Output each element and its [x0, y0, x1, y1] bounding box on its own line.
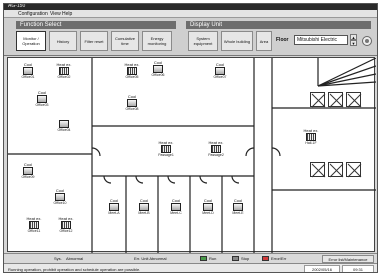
unit-meet-a[interactable]: Cool Meet-A — [102, 198, 126, 220]
air-conditioner-icon — [127, 99, 137, 107]
energy-monitoring-button[interactable]: Energy monitoring — [142, 31, 172, 51]
window-title: AG-150 — [8, 3, 26, 9]
stop-legend-swatch — [232, 256, 239, 261]
air-conditioner-icon — [37, 95, 47, 103]
unit-office04[interactable]: Office04 — [52, 120, 76, 142]
error-legend-swatch — [262, 256, 269, 261]
unit-office02[interactable]: Heat ex. Office02 — [52, 62, 76, 84]
air-conditioner-icon — [59, 120, 69, 128]
unit-passage2[interactable]: Heat ex. Passage2 — [204, 140, 228, 162]
error-legend-label: Error/Err — [271, 256, 287, 261]
floor-label: Floor — [276, 37, 289, 43]
air-conditioner-icon — [55, 193, 65, 201]
unit-office10[interactable]: Cool Office10 — [48, 188, 72, 210]
heat-exchanger-icon — [127, 67, 137, 75]
air-conditioner-icon — [203, 203, 213, 211]
heat-exchanger-icon — [29, 221, 39, 229]
disabled-unit-box — [328, 162, 344, 178]
unit-hall-1f[interactable]: Heat ex. Hall-1F — [299, 128, 323, 150]
heat-exchanger-icon — [306, 133, 316, 141]
disabled-unit-box — [310, 162, 326, 178]
area-button[interactable]: Area — [256, 31, 272, 51]
unit-office11[interactable]: Heat ex. Office11 — [22, 216, 46, 238]
disabled-unit-box — [346, 92, 362, 108]
run-legend-swatch — [200, 256, 207, 261]
unit-meet-b[interactable]: Cool Meet-B — [132, 198, 156, 220]
menu-bar: Configuration View Help — [4, 10, 377, 18]
status-legend-row: Sys. Abnormal Err. Unit Abnormal Run Sto… — [4, 253, 377, 263]
error-unit-status: Err. Unit Abnormal — [134, 256, 167, 261]
unit-office08[interactable]: Cool Office08 — [120, 94, 144, 116]
system-status: Abnormal — [66, 256, 84, 261]
filter-reset-button[interactable]: Filter reset — [80, 31, 108, 51]
unit-meet-d[interactable]: Cool Meet-D — [196, 198, 220, 220]
unit-office09[interactable]: Cool Office09 — [16, 162, 40, 184]
error-list-maintenance-button[interactable]: Error list/Maintenance — [322, 255, 374, 263]
unit-office06[interactable]: Cool Office06 — [146, 60, 170, 82]
monitor-operation-button[interactable]: Monitor / Operation — [16, 31, 46, 51]
floor-down-button[interactable]: ▼ — [350, 40, 357, 46]
menu-view[interactable]: View — [50, 11, 61, 17]
floor-plan: Cool Office01 Heat ex. Office02 Cool Off… — [7, 57, 376, 253]
disabled-unit-box — [310, 92, 326, 108]
unit-office05[interactable]: Heat ex. Office05 — [120, 62, 144, 84]
air-conditioner-icon — [23, 167, 33, 175]
time-display: 09:31 — [342, 265, 374, 272]
display-unit-header: Display Unit — [186, 21, 371, 29]
run-legend-label: Run — [209, 256, 217, 261]
heat-exchanger-icon — [59, 67, 69, 75]
unit-office07[interactable]: Cool Office07 — [208, 62, 232, 84]
status-bar: Running operation, prohibit operation an… — [4, 263, 377, 272]
air-conditioner-icon — [171, 203, 181, 211]
whole-building-button[interactable]: Whole building — [221, 31, 253, 51]
menu-help[interactable]: Help — [62, 11, 72, 17]
unit-meet-e[interactable]: Cool Meet-E — [226, 198, 250, 220]
function-select-header: Function Select — [16, 21, 176, 29]
stop-legend-label: Stop — [241, 256, 250, 261]
floor-select[interactable]: Mitsubishi Electric — [294, 35, 348, 45]
heat-exchanger-icon — [61, 221, 71, 229]
unit-office01[interactable]: Cool Office01 — [16, 62, 40, 84]
date-display: 2002/05/16 — [304, 265, 340, 272]
air-conditioner-icon — [215, 67, 225, 75]
toolbar: Function Select Monitor / Operation Hist… — [4, 18, 377, 56]
system-equipment-button[interactable]: System equipment — [188, 31, 218, 51]
heat-exchanger-icon — [161, 145, 171, 153]
air-conditioner-icon — [233, 203, 243, 211]
cumulative-time-button[interactable]: Cumulative time — [111, 31, 139, 51]
disabled-unit-box — [328, 92, 344, 108]
air-conditioner-icon — [109, 203, 119, 211]
heat-exchanger-icon — [211, 145, 221, 153]
system-label: Sys. — [54, 256, 62, 261]
air-conditioner-icon — [153, 65, 163, 73]
status-message: Running operation, prohibit operation an… — [8, 267, 141, 272]
menu-configuration[interactable]: Configuration — [18, 11, 48, 17]
history-button[interactable]: History — [49, 31, 77, 51]
unit-meet-c[interactable]: Cool Meet-C — [164, 198, 188, 220]
air-conditioner-icon — [23, 67, 33, 75]
disabled-unit-box — [346, 162, 362, 178]
unit-office03[interactable]: Cool Office03 — [30, 90, 54, 112]
air-conditioner-icon — [139, 203, 149, 211]
unit-passage1[interactable]: Heat ex. Passage1 — [154, 140, 178, 162]
gear-icon[interactable] — [362, 36, 372, 46]
unit-office12[interactable]: Heat ex. Office12 — [54, 216, 78, 238]
app-window: AG-150 Configuration View Help Function … — [3, 3, 378, 273]
